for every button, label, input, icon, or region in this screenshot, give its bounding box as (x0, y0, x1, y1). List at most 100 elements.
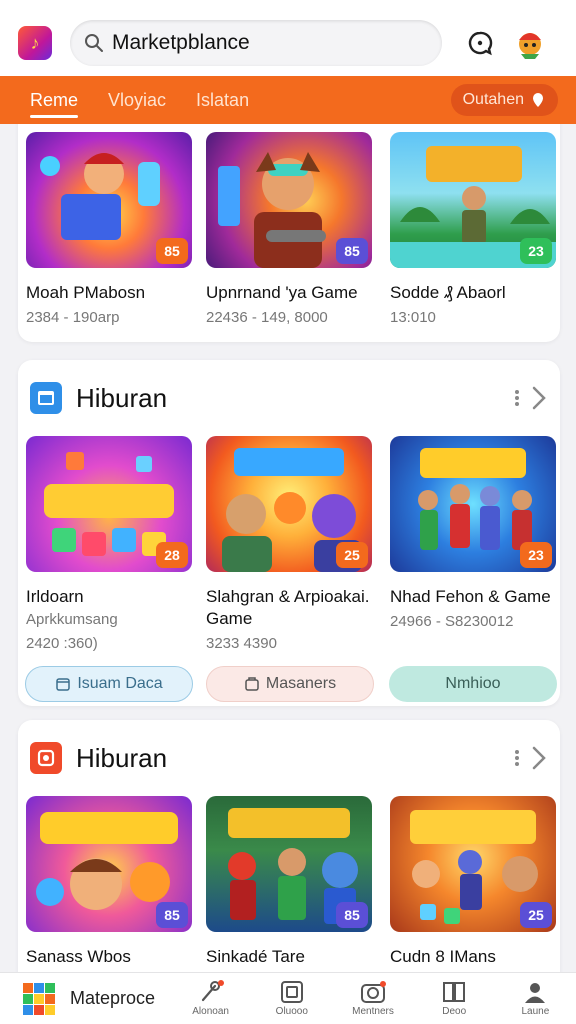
more-dots-icon[interactable] (514, 388, 520, 408)
tab-pill-button[interactable]: Outahen (450, 84, 558, 116)
nav-item-label: Mentners (352, 1006, 394, 1017)
game-title: Sodde ₰ Abaorl (390, 283, 506, 302)
game-meta: 22436 - 149, 8000 (206, 309, 328, 326)
profile-icon (525, 983, 546, 1003)
game-thumbnail: 23 (390, 132, 556, 268)
top-bar: ♪ (0, 10, 576, 76)
search-bar[interactable] (70, 20, 442, 66)
game-title: Moah PMabosn (26, 283, 146, 302)
bottom-nav-brand[interactable]: Mateproce (0, 982, 170, 1016)
game-title: Sanass Wbos (26, 947, 131, 966)
game-title: Nhad Fehon & Game (390, 587, 551, 606)
section-card-hiburan-2: Hiburan 85 Sanass Wbos 85 Sinkadé Tare 2… (18, 720, 560, 972)
section-card-featured: 85 Moah PMabosn 2384 - 190arp 85 Upnrnan… (18, 124, 560, 342)
content-scroll[interactable]: 85 Moah PMabosn 2384 - 190arp 85 Upnrnan… (0, 124, 576, 972)
game-thumbnail: 85 (206, 132, 372, 268)
section-title: Hiburan (76, 742, 168, 773)
filter-chip[interactable]: Masaners (206, 666, 374, 702)
game-tile[interactable]: 23 Nhad Fehon & Game 24966 - S8230012 (390, 436, 556, 632)
search-icon (85, 34, 103, 52)
game-tile[interactable]: 85 Sinkadé Tare (206, 796, 372, 968)
section-more[interactable] (514, 745, 548, 771)
search-input[interactable] (112, 31, 412, 55)
tab-home[interactable]: Reme (30, 76, 79, 124)
tab-pill-label: Outahen (462, 91, 524, 108)
game-tile[interactable]: 85 Sanass Wbos (26, 796, 192, 968)
chip-label: Masaners (265, 675, 337, 692)
more-dots-icon[interactable] (514, 748, 520, 768)
square-box-icon (280, 981, 303, 1003)
nav-item-label: Oluooo (275, 1006, 308, 1017)
game-title: Upnrnand 'ya Game (206, 283, 358, 302)
game-title: Cudn 8 IMans (390, 947, 496, 966)
game-tile[interactable]: 25 Cudn 8 IMans (390, 796, 556, 968)
game-tile[interactable]: 85 Upnrnand 'ya Game 22436 - 149, 8000 (206, 132, 372, 328)
chip-label: Nmhioo (445, 675, 501, 692)
window-icon (38, 391, 54, 405)
game-tile[interactable]: 28 Irldoarn Aprkkumsang 2420 :360) (26, 436, 192, 654)
game-meta: 13:010 (390, 309, 436, 326)
rating-badge: 23 (520, 542, 552, 568)
game-thumbnail: 28 (26, 436, 192, 572)
section-icon (30, 742, 62, 774)
game-title: Slahgran & Arpioakai. Game (206, 587, 370, 628)
rating-badge: 85 (156, 238, 188, 264)
mascot-avatar-icon (519, 33, 541, 59)
nav-item-deoo[interactable]: Deoo (414, 973, 495, 1024)
nav-item-oluooo[interactable]: Oluooo (251, 973, 332, 1024)
calendar-icon (56, 678, 71, 691)
profile-avatar-button[interactable] (512, 25, 548, 61)
rating-badge: 85 (156, 902, 188, 928)
target-icon (37, 749, 55, 767)
rating-badge: 25 (520, 902, 552, 928)
chat-bubble-icon (468, 31, 493, 56)
game-thumbnail: 85 (206, 796, 372, 932)
location-pin-icon (533, 93, 543, 107)
notification-button[interactable] (462, 25, 498, 61)
rating-badge: 85 (336, 238, 368, 264)
rating-badge: 25 (336, 542, 368, 568)
game-thumbnail: 25 (206, 436, 372, 572)
game-meta: 2384 - 190arp (26, 309, 120, 326)
game-tile[interactable]: 25 Slahgran & Arpioakai. Game 3233 4390 (206, 436, 372, 654)
game-thumbnail: 23 (390, 436, 556, 572)
rating-badge: 28 (156, 542, 188, 568)
rating-badge: 23 (520, 238, 552, 264)
tab-islatan[interactable]: Islatan (196, 76, 249, 124)
nav-item-laune[interactable]: Laune (495, 973, 576, 1024)
section-title: Hiburan (76, 382, 168, 413)
game-thumbnail: 85 (26, 796, 192, 932)
game-thumbnail: 25 (390, 796, 556, 932)
section-header: Hiburan (30, 740, 548, 776)
nav-item-label: Deoo (442, 1006, 467, 1017)
game-tile[interactable]: 85 Moah PMabosn 2384 - 190arp (26, 132, 192, 328)
section-more[interactable] (514, 385, 548, 411)
filter-chip[interactable]: Isuam Daca (25, 666, 193, 702)
book-icon (443, 982, 466, 1002)
nav-item-label: Laune (521, 1006, 550, 1017)
bag-icon (245, 677, 259, 691)
filter-chip[interactable]: Nmhioo (389, 666, 557, 702)
rating-badge: 85 (336, 902, 368, 928)
marketplace-grid-icon (23, 982, 55, 1015)
game-meta: 24966 - S8230012 (390, 613, 514, 630)
bottom-nav-brand-label: Mateproce (70, 988, 156, 1008)
game-tile[interactable]: 23 Sodde ₰ Abaorl 13:010 (390, 132, 556, 328)
chevron-right-icon[interactable] (530, 745, 548, 771)
tab-video[interactable]: Vloyiac (108, 76, 166, 124)
chip-label: Isuam Daca (77, 675, 163, 692)
app-logo[interactable]: ♪ (18, 26, 52, 60)
nav-item-label: Alonoan (192, 1006, 229, 1017)
chevron-right-icon[interactable] (530, 385, 548, 411)
section-header: Hiburan (30, 380, 548, 416)
section-icon (30, 382, 62, 414)
section-card-hiburan: Hiburan 28 Irldoarn Aprkkumsang 2420 :36… (18, 360, 560, 706)
game-title: Sinkadé Tare (206, 947, 305, 966)
bottom-navigation: Mateproce Alonoan Oluooo Mentners Deoo L… (0, 972, 576, 1024)
game-thumbnail: 85 (26, 132, 192, 268)
nav-item-alonoan[interactable]: Alonoan (170, 973, 251, 1024)
game-meta: 3233 4390 (206, 635, 277, 652)
camera-icon (361, 981, 386, 1003)
nav-item-mentners[interactable]: Mentners (332, 973, 413, 1024)
status-bar (0, 0, 576, 10)
